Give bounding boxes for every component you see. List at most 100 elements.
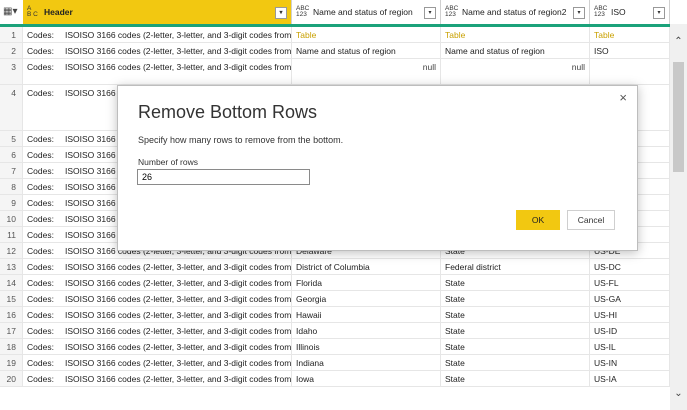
column-type-icon[interactable]: ABC 123	[594, 5, 607, 18]
row-number[interactable]: 2	[0, 43, 23, 59]
cell-region[interactable]: null	[292, 59, 441, 85]
cell-region[interactable]: Hawaii	[292, 307, 441, 323]
row-number[interactable]: 14	[0, 275, 23, 291]
cell-codes[interactable]: Codes:	[23, 211, 61, 227]
row-number[interactable]: 7	[0, 163, 23, 179]
cell-header[interactable]: ISOISO 3166 codes (2-letter, 3-letter, a…	[61, 27, 292, 43]
cell-codes[interactable]: Codes:	[23, 43, 61, 59]
row-number[interactable]: 17	[0, 323, 23, 339]
row-number[interactable]: 8	[0, 179, 23, 195]
cell-header[interactable]: ISOISO 3166 codes (2-letter, 3-letter, a…	[61, 291, 292, 307]
cell-iso[interactable]: US-FL	[590, 275, 670, 291]
cell-header[interactable]: ISOISO 3166 codes (2-letter, 3-letter, a…	[61, 43, 292, 59]
cell-iso[interactable]: US-IN	[590, 355, 670, 371]
cell-region2[interactable]: null	[441, 59, 590, 85]
cell-codes[interactable]: Codes:	[23, 85, 61, 131]
cell-region2[interactable]: State	[441, 355, 590, 371]
cell-region[interactable]: Florida	[292, 275, 441, 291]
number-of-rows-input[interactable]	[137, 169, 310, 185]
cell-codes[interactable]: Codes:	[23, 355, 61, 371]
scrollbar-thumb[interactable]	[673, 62, 684, 172]
row-number[interactable]: 12	[0, 243, 23, 259]
row-number[interactable]: 5	[0, 131, 23, 147]
cell-codes[interactable]: Codes:	[23, 131, 61, 147]
row-number[interactable]: 13	[0, 259, 23, 275]
row-number[interactable]: 20	[0, 371, 23, 387]
cell-region2[interactable]: Table	[441, 27, 590, 43]
scroll-up-icon[interactable]: ⌃	[673, 36, 684, 50]
cell-codes[interactable]: Codes:	[23, 259, 61, 275]
cell-codes[interactable]: Codes:	[23, 243, 61, 259]
filter-dropdown-icon[interactable]: ▾	[275, 7, 287, 19]
cell-header[interactable]: ISOISO 3166 codes (2-letter, 3-letter, a…	[61, 307, 292, 323]
cell-codes[interactable]: Codes:	[23, 307, 61, 323]
ok-button[interactable]: OK	[516, 210, 560, 230]
cell-region2[interactable]: Name and status of region	[441, 43, 590, 59]
cell-iso[interactable]: US-HI	[590, 307, 670, 323]
cell-region[interactable]: Idaho	[292, 323, 441, 339]
cell-codes[interactable]: Codes:	[23, 339, 61, 355]
cell-iso[interactable]: US-ID	[590, 323, 670, 339]
filter-dropdown-icon[interactable]: ▾	[424, 7, 436, 19]
cell-region[interactable]: Georgia	[292, 291, 441, 307]
cell-iso[interactable]: US-IL	[590, 339, 670, 355]
row-number[interactable]: 10	[0, 211, 23, 227]
cell-region2[interactable]: State	[441, 323, 590, 339]
row-number[interactable]: 16	[0, 307, 23, 323]
cell-iso[interactable]: US-GA	[590, 291, 670, 307]
cell-region[interactable]: Name and status of region	[292, 43, 441, 59]
cell-header[interactable]: ISOISO 3166 codes (2-letter, 3-letter, a…	[61, 59, 292, 85]
cell-region[interactable]: District of Columbia	[292, 259, 441, 275]
cell-iso[interactable]: US-DC	[590, 259, 670, 275]
cell-region[interactable]: Illinois	[292, 339, 441, 355]
row-number[interactable]: 9	[0, 195, 23, 211]
column-header-2[interactable]: ABC 123 Name and status of region ▾	[292, 0, 441, 24]
scroll-down-icon[interactable]: ⌄	[673, 388, 684, 402]
cell-region2[interactable]: State	[441, 371, 590, 387]
cancel-button[interactable]: Cancel	[567, 210, 615, 230]
row-number[interactable]: 1	[0, 27, 23, 43]
row-number[interactable]: 3	[0, 59, 23, 85]
row-number[interactable]: 6	[0, 147, 23, 163]
cell-header[interactable]: ISOISO 3166 codes (2-letter, 3-letter, a…	[61, 323, 292, 339]
column-header-1[interactable]: AB C Header ▾	[23, 0, 292, 24]
cell-iso[interactable]: US-IA	[590, 371, 670, 387]
cell-header[interactable]: ISOISO 3166 codes (2-letter, 3-letter, a…	[61, 259, 292, 275]
cell-codes[interactable]: Codes:	[23, 227, 61, 243]
row-number[interactable]: 15	[0, 291, 23, 307]
cell-codes[interactable]: Codes:	[23, 323, 61, 339]
cell-region2[interactable]: State	[441, 339, 590, 355]
column-type-icon[interactable]: ABC 123	[445, 5, 458, 18]
cell-header[interactable]: ISOISO 3166 codes (2-letter, 3-letter, a…	[61, 371, 292, 387]
cell-codes[interactable]: Codes:	[23, 291, 61, 307]
cell-header[interactable]: ISOISO 3166 codes (2-letter, 3-letter, a…	[61, 275, 292, 291]
cell-codes[interactable]: Codes:	[23, 195, 61, 211]
cell-codes[interactable]: Codes:	[23, 163, 61, 179]
column-header-4[interactable]: ABC 123 ISO ▾	[590, 0, 670, 24]
cell-codes[interactable]: Codes:	[23, 147, 61, 163]
column-header-3[interactable]: ABC 123 Name and status of region2 ▾	[441, 0, 590, 24]
cell-region[interactable]: Iowa	[292, 371, 441, 387]
cell-header[interactable]: ISOISO 3166 codes (2-letter, 3-letter, a…	[61, 355, 292, 371]
cell-codes[interactable]: Codes:	[23, 371, 61, 387]
cell-iso[interactable]	[590, 59, 670, 85]
cell-region2[interactable]: Federal district	[441, 259, 590, 275]
cell-header[interactable]: ISOISO 3166 codes (2-letter, 3-letter, a…	[61, 339, 292, 355]
row-number[interactable]: 11	[0, 227, 23, 243]
column-type-icon[interactable]: AB C	[27, 5, 40, 18]
table-menu-icon[interactable]: ▦▾	[3, 6, 17, 17]
filter-dropdown-icon[interactable]: ▾	[653, 7, 665, 19]
column-type-icon[interactable]: ABC 123	[296, 5, 309, 18]
cell-codes[interactable]: Codes:	[23, 59, 61, 85]
filter-dropdown-icon[interactable]: ▾	[573, 7, 585, 19]
cell-codes[interactable]: Codes:	[23, 275, 61, 291]
row-number[interactable]: 19	[0, 355, 23, 371]
cell-region2[interactable]: State	[441, 291, 590, 307]
cell-codes[interactable]: Codes:	[23, 27, 61, 43]
cell-region[interactable]: Table	[292, 27, 441, 43]
cell-codes[interactable]: Codes:	[23, 179, 61, 195]
cell-region2[interactable]: State	[441, 275, 590, 291]
cell-iso[interactable]: Table	[590, 27, 670, 43]
vertical-scrollbar[interactable]: ⌃ ⌄	[670, 24, 687, 410]
cell-region[interactable]: Indiana	[292, 355, 441, 371]
